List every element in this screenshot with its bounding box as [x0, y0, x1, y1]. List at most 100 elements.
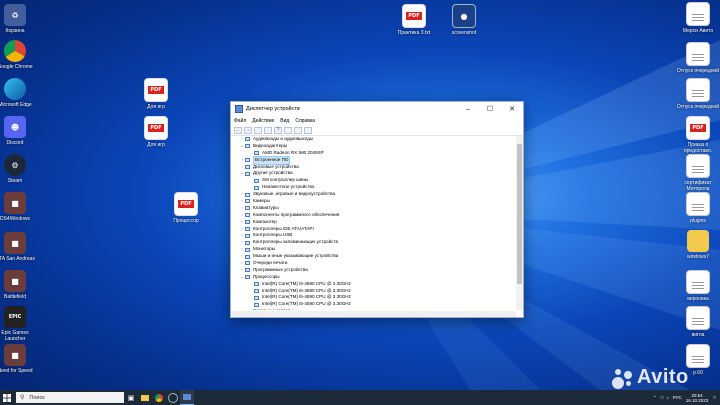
device-category-icon: [245, 213, 250, 218]
desktop-icon[interactable]: PDF Приказ о предоставл.: [676, 116, 720, 154]
desktop-icon[interactable]: Google Chrome: [0, 40, 37, 70]
volume-icon[interactable]: ♪: [666, 395, 668, 400]
desktop-icon[interactable]: ■ Need for Speed: [0, 344, 37, 374]
desktop-icon[interactable]: ☻ Discord: [0, 116, 37, 146]
desktop-icon-label: Отпуск очередной: [676, 68, 720, 74]
device-category-icon: [245, 171, 250, 176]
menu-view[interactable]: Вид: [280, 118, 289, 124]
desktop-icon[interactable]: Microsoft Edge: [0, 78, 37, 108]
scrollbar-thumb[interactable]: [517, 144, 522, 284]
tree-row[interactable]: › Мыши и иные указывающие устройства: [233, 253, 515, 260]
image-file-icon: ●: [452, 4, 476, 28]
desktop-icon[interactable]: ■ DS4Windows: [0, 192, 37, 222]
window-titlebar[interactable]: Диспетчер устройств – ☐ ✕: [231, 102, 523, 116]
language-indicator[interactable]: РУС: [673, 395, 682, 400]
desktop-icon-label: Steam: [7, 178, 23, 184]
desktop-icon[interactable]: ♻ Корзина: [0, 4, 37, 34]
chrome-taskbar-icon[interactable]: [152, 390, 166, 405]
tree-row[interactable]: › Контроллеры IDE ATA/ATAPI: [233, 226, 515, 233]
device-category-icon: [245, 165, 250, 169]
device-category-icon: [245, 268, 250, 273]
desktop-icon[interactable]: plugins: [676, 192, 720, 224]
tree-row[interactable]: › Программные устройства: [233, 267, 515, 274]
tree-row-label: Клавиатуры: [253, 204, 279, 210]
desktop-icon[interactable]: вероника: [676, 270, 720, 302]
tree-row[interactable]: Intel(R) Core(TM) i5-4590 CPU @ 3.30GHz: [233, 281, 515, 288]
device-manager-taskbar-icon[interactable]: [180, 390, 194, 405]
pdf-file-icon: PDF: [144, 116, 168, 140]
back-arrow-icon[interactable]: ←: [234, 126, 242, 134]
desktop-icon[interactable]: PDF Для игр: [134, 78, 178, 110]
forward-arrow-icon[interactable]: →: [244, 126, 252, 134]
properties-icon[interactable]: [264, 126, 272, 134]
desktop-icon[interactable]: сертификат Моторола: [676, 154, 720, 192]
tree-row[interactable]: › Контроллеры запоминающих устройств: [233, 239, 515, 246]
maximize-icon[interactable]: ☐: [479, 105, 501, 113]
tree-row[interactable]: › Звуковые, игровые и видеоустройства: [233, 191, 515, 198]
tree-row[interactable]: › Камеры: [233, 198, 515, 205]
tree-row[interactable]: Intel(R) Core(TM) i5-4590 CPU @ 3.30GHz: [233, 301, 515, 308]
device-category-icon: [245, 158, 250, 163]
app-icon: ■: [4, 270, 26, 292]
desktop-icon[interactable]: Отпуск очередной: [676, 42, 720, 74]
tree-row[interactable]: ⌄ Видеоадаптеры: [233, 143, 515, 150]
desktop-icon-label: Практика 3.txt: [397, 30, 431, 36]
vertical-scrollbar[interactable]: [516, 136, 523, 310]
tree-view-icon[interactable]: [254, 126, 262, 134]
tray-chevron-icon[interactable]: ⌃: [653, 395, 657, 401]
tree-row[interactable]: › Аудиовходы и аудиовыходы: [233, 136, 515, 143]
desktop-icon[interactable]: PDF Для игр: [134, 116, 178, 148]
task-view-icon[interactable]: ▣: [124, 390, 138, 405]
tree-row[interactable]: › Компьютер: [233, 219, 515, 226]
menu-file[interactable]: Файл: [234, 118, 246, 124]
steam-icon: ⚙: [4, 154, 26, 176]
horizontal-scrollbar[interactable]: [231, 311, 516, 317]
help-icon[interactable]: ?: [274, 126, 282, 134]
tree-row[interactable]: Intel(R) Core(TM) i5-4590 CPU @ 3.30GHz: [233, 294, 515, 301]
tree-row[interactable]: › Компоненты программного обеспечения: [233, 212, 515, 219]
desktop-icon[interactable]: Отпуск очередной: [676, 78, 720, 110]
desktop-icon-label: DS4Windows: [0, 216, 30, 222]
clock-date: 16.10.2023: [685, 397, 709, 403]
list-view-icon[interactable]: [284, 126, 292, 134]
device-category-icon: [245, 227, 250, 232]
desktop-icon-label: Epic Games Launcher: [1, 330, 29, 342]
tree-row[interactable]: ›Сетевые адаптеры: [233, 308, 515, 310]
minimize-icon[interactable]: –: [457, 106, 479, 113]
tree-row[interactable]: › Встроенное ПО: [233, 155, 515, 165]
tree-row[interactable]: ⌄ Процессоры: [233, 274, 515, 281]
tree-row[interactable]: ⌄ Другие устройства: [233, 170, 515, 177]
desktop-icon[interactable]: ■ GTA San Andreas: [0, 232, 37, 262]
desktop-icon[interactable]: PDF Процессор: [164, 192, 208, 224]
desktop-icon-label: Google Chrome: [0, 64, 33, 70]
clock[interactable]: 20:54 16.10.2023: [686, 393, 709, 403]
tree-row-label: Контроллеры запоминающих устройств: [253, 239, 338, 245]
tree-row[interactable]: › Клавиатуры: [233, 205, 515, 212]
desktop-icon[interactable]: ● screenshot: [442, 4, 486, 36]
desktop-icon[interactable]: ■ Battlefield: [0, 270, 37, 300]
steam-taskbar-icon[interactable]: [166, 390, 180, 405]
close-icon[interactable]: ✕: [501, 105, 523, 113]
desktop-icon[interactable]: EPIC Epic Games Launcher: [0, 306, 37, 342]
desktop-icon-label: GTA San Andreas: [0, 256, 35, 262]
desktop-icon[interactable]: ⚙ Steam: [0, 154, 37, 184]
menu-action[interactable]: Действие: [252, 118, 274, 124]
chrome-icon: [4, 40, 26, 62]
menu-help[interactable]: Справка: [295, 118, 315, 124]
device-manager-window[interactable]: Диспетчер устройств – ☐ ✕ Файл Действие …: [230, 101, 524, 318]
update-driver-icon[interactable]: [294, 126, 302, 134]
desktop-icon[interactable]: windows7: [676, 230, 720, 260]
tree-row[interactable]: › Очереди печати: [233, 260, 515, 267]
taskbar-search[interactable]: ⚲ Поиск: [16, 392, 124, 403]
desktop-icon-label: Приказ о предоставл.: [683, 142, 713, 154]
tree-row[interactable]: Intel(R) Core(TM) i5-4590 CPU @ 3.30GHz: [233, 288, 515, 295]
device-tree[interactable]: › Аудиовходы и аудиовыходы ⌄ Видеоадаптеры A…: [233, 136, 515, 310]
monitor-scan-icon[interactable]: [304, 126, 312, 134]
desktop-icon[interactable]: Мерси Авито: [676, 2, 720, 34]
file-explorer-icon[interactable]: [138, 390, 152, 405]
desktop-icon[interactable]: вигла: [676, 306, 720, 338]
network-icon[interactable]: □: [661, 395, 664, 400]
notifications-icon[interactable]: □: [713, 395, 716, 400]
start-button[interactable]: [0, 390, 14, 405]
desktop-icon[interactable]: PDF Практика 3.txt: [392, 4, 436, 36]
